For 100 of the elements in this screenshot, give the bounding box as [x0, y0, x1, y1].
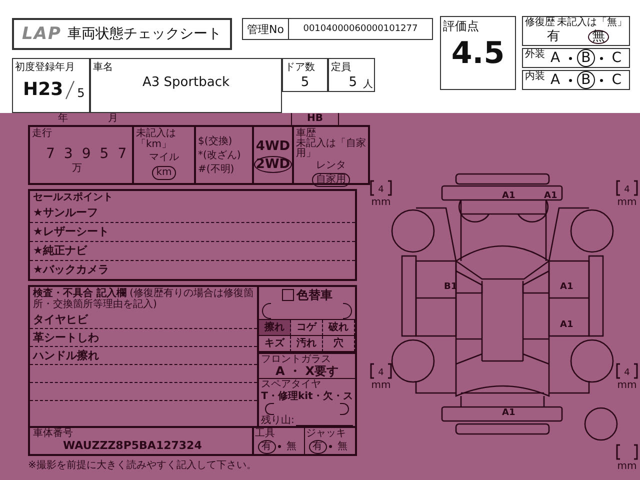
bracket-icon [616, 180, 638, 196]
door-count: 5 [300, 75, 310, 90]
field-label: ドア数 [284, 61, 316, 75]
field-label: 残り山: [261, 415, 294, 426]
choice-option[interactable]: 無 [282, 440, 300, 454]
tread-depth: 4 [624, 368, 630, 378]
field-label: 内装 [525, 71, 545, 82]
front-glass-options: A ・ X要す [261, 365, 353, 378]
mileage-digit: 9 [82, 146, 91, 162]
inspection-note: ハンドル擦れ [30, 346, 257, 364]
choice-option[interactable]: B [577, 71, 595, 89]
damage-type[interactable]: キズ [259, 336, 291, 352]
unit-label: 万 [72, 163, 82, 174]
separator-dot [278, 445, 280, 448]
registration-year: H23 [23, 79, 64, 100]
flag-label: $(交換) [198, 134, 232, 148]
unit-label: mm [617, 461, 637, 472]
unit-label: 年 [58, 113, 68, 124]
field-label: 初度登録年月 [14, 60, 76, 75]
field-label: 走行 [32, 128, 52, 139]
damage-type[interactable]: 汚れ [291, 336, 323, 352]
bracket-icon [370, 363, 392, 379]
note-text: 未記入は「無」 [557, 17, 627, 28]
choice-option[interactable]: C [608, 49, 626, 67]
footnote: ※撮影を前提に大きく読みやすく記入して下さい。 [28, 458, 258, 472]
mileage-digit: 3 [64, 146, 73, 162]
inspection-note: 革シートしわ [30, 328, 257, 346]
unit-label: mm [371, 380, 391, 391]
mileage-digit: 7 [46, 146, 55, 162]
choice-option[interactable]: km [152, 166, 176, 180]
tread-depth: 4 [378, 185, 384, 195]
field-label: フロントガラス [261, 354, 332, 365]
damage-type[interactable]: 破れ [323, 320, 355, 336]
slash-icon [65, 80, 76, 100]
sales-point: ★バックカメラ [30, 260, 355, 279]
field-label: 車名 [92, 60, 114, 75]
tread-depth: 4 [624, 185, 630, 195]
separator-dot [569, 56, 572, 60]
choice-option[interactable]: 自家用 [312, 173, 350, 187]
vin-number: WAUZZZ8P5BA127324 [62, 439, 203, 452]
spare-tire-options: T・修理kit・欠・ス [261, 390, 353, 403]
field-label: 定員 [330, 60, 352, 75]
bracket-icon [616, 363, 638, 379]
choice-option[interactable]: 有 [258, 440, 276, 454]
sheet-title: 車両状態チェックシート [67, 25, 222, 43]
damage-code: B1 [444, 282, 458, 292]
choice-option[interactable]: 有 [308, 440, 326, 454]
score-value: 4.5 [450, 36, 506, 71]
separator-dot [328, 445, 332, 448]
field-label: 車体番号 [33, 428, 74, 439]
flag-label: *(改ざん) [198, 148, 241, 162]
choice-option[interactable]: C [608, 71, 626, 89]
field-label: 修復歴 [525, 17, 555, 28]
checkbox-label: 色替車 [296, 286, 332, 304]
spare-tire-icon [584, 407, 618, 441]
bracket-icon [265, 403, 274, 415]
car-name: A3 Sportback [141, 75, 231, 90]
damage-code: A1 [502, 408, 516, 418]
mileage-digit: 5 [100, 146, 109, 162]
tread-depth: 4 [378, 368, 384, 378]
registration-month: 5 [77, 86, 85, 100]
separator-dot [600, 78, 603, 82]
choice-option[interactable]: 2WD [254, 156, 292, 172]
choice-option[interactable]: レンタ [312, 159, 350, 173]
sales-point: ★レザーシート [30, 222, 355, 241]
choice-option[interactable]: B [577, 49, 595, 67]
field-label: 評価点 [442, 18, 480, 35]
unit-label: mm [617, 380, 637, 391]
mileage-digit: 7 [118, 146, 127, 162]
choice-option[interactable]: マイル [145, 151, 183, 165]
section-title: セールスポイント [32, 191, 114, 204]
unit-label: mm [617, 197, 637, 208]
note-text: 未記入は「km」 [136, 128, 177, 150]
checkbox[interactable] [282, 289, 294, 301]
field-label: 工具 [255, 428, 276, 439]
field-label: 車歴 [296, 128, 316, 139]
flag-label: #(不明) [198, 162, 234, 176]
damage-code: A1 [544, 191, 558, 201]
unit-label: 月 [108, 113, 118, 124]
choice-option[interactable]: A [546, 71, 564, 89]
damage-type[interactable]: 穴 [323, 336, 355, 352]
bracket-icon [340, 403, 349, 415]
inspection-note: タイヤヒビ [32, 312, 90, 328]
note-text: 未記入は「自家用」 [296, 139, 366, 159]
choice-option[interactable]: 無 [334, 440, 352, 454]
choice-option[interactable]: A [546, 49, 564, 67]
choice-option[interactable]: 有 [543, 30, 564, 44]
management-number: 00104000060000101277 [302, 23, 419, 36]
damage-type[interactable]: コゲ [291, 320, 323, 336]
damage-code: A1 [560, 282, 574, 292]
choice-option[interactable]: 4WD [254, 138, 292, 154]
field-label: 外装 [525, 49, 545, 60]
logo: LAP [22, 24, 62, 44]
sales-point: ★純正ナビ [30, 241, 355, 260]
field-label: スペアタイヤ [261, 379, 322, 390]
unit-label: mm [371, 197, 391, 208]
damage-type[interactable]: 擦れ [259, 320, 291, 336]
choice-option[interactable]: 無 [588, 30, 609, 44]
sales-point: ★サンルーフ [32, 205, 99, 221]
body-type: HB [291, 113, 339, 126]
